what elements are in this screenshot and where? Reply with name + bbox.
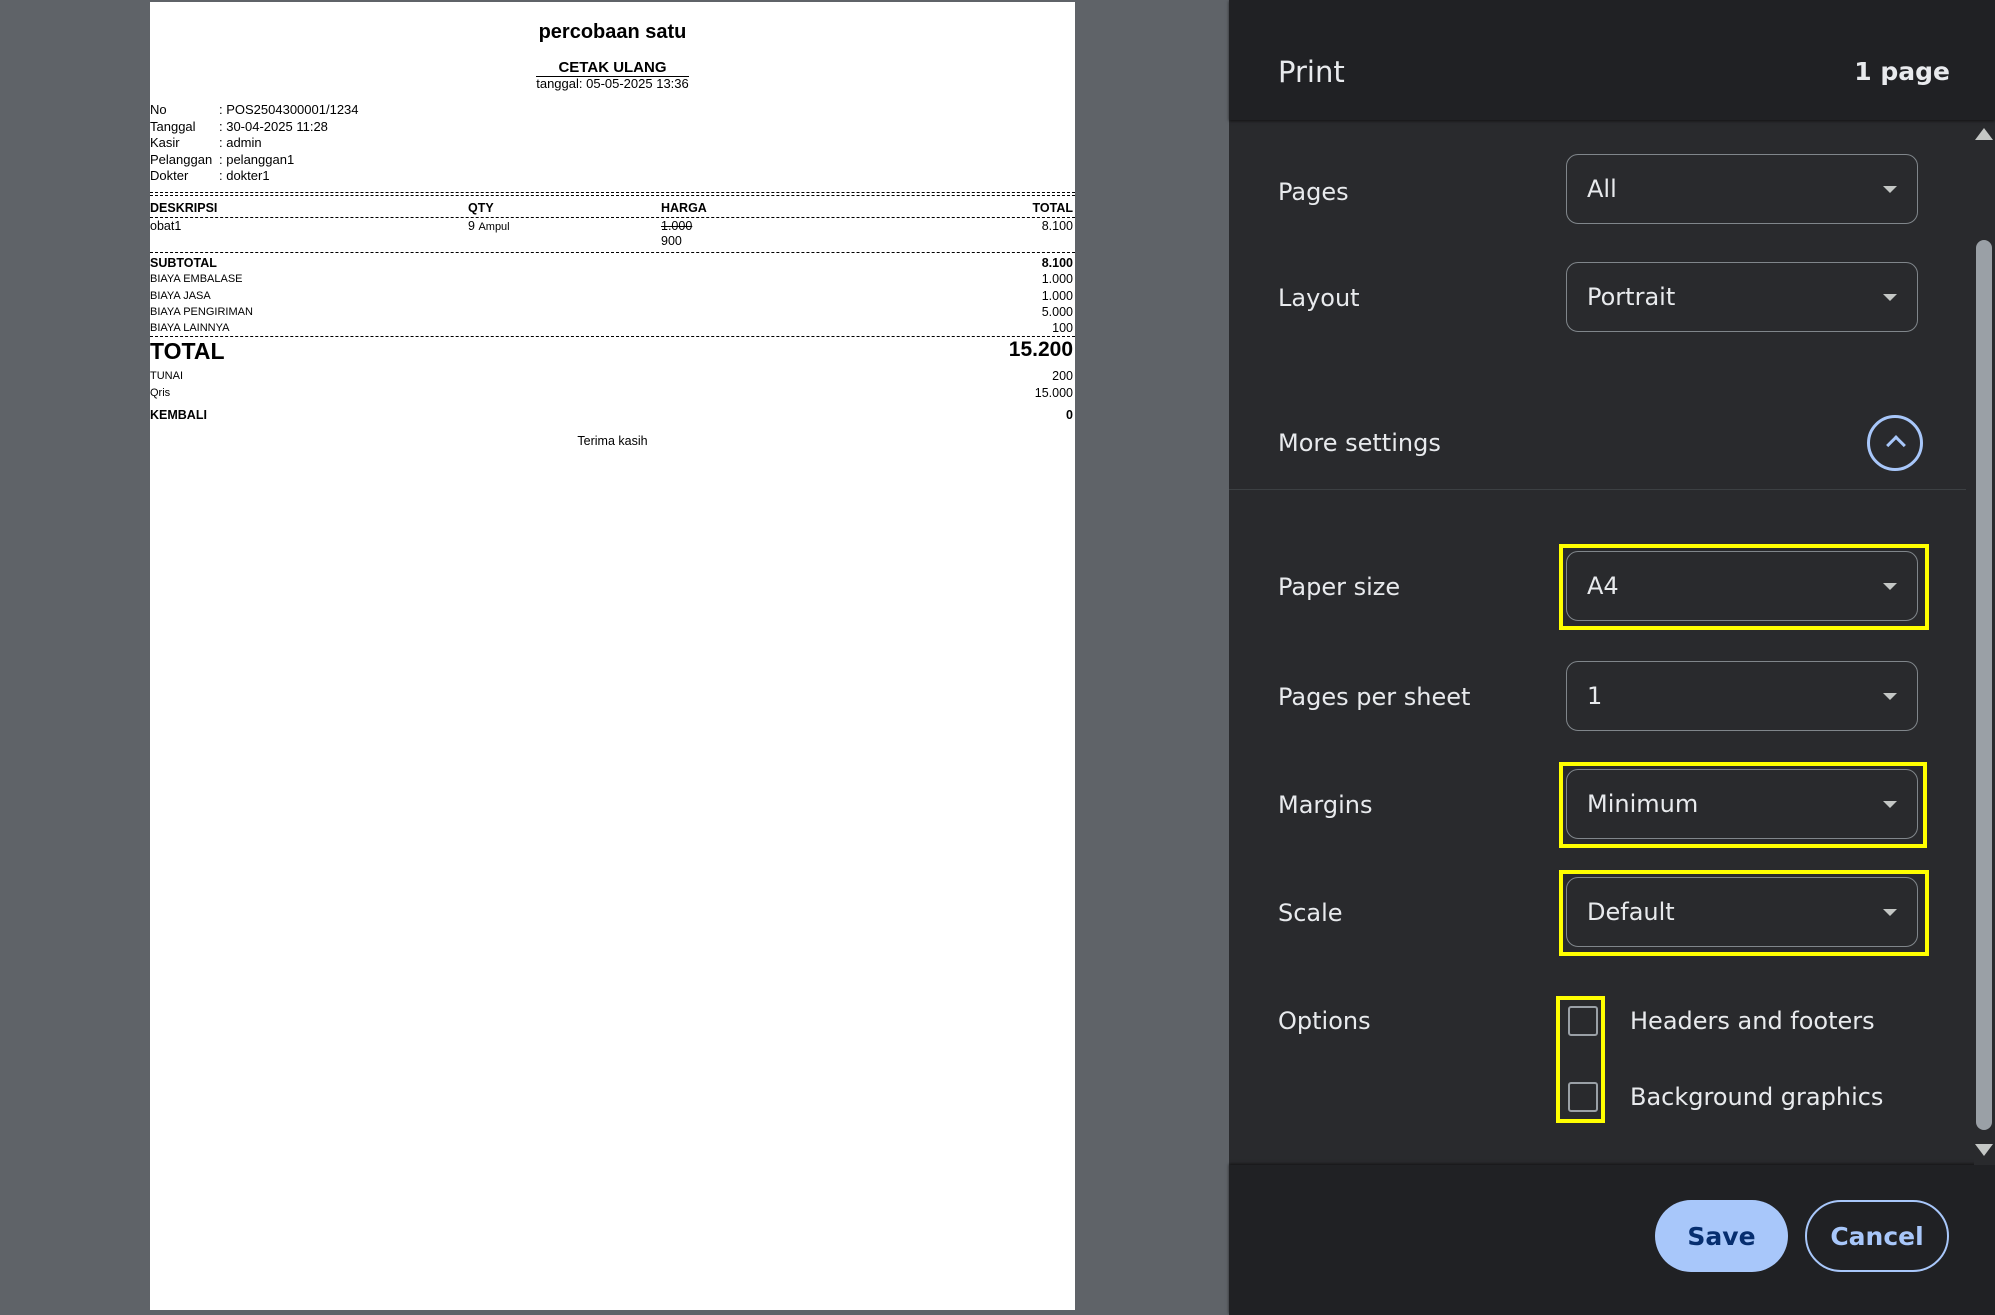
dropdown-arrow-icon (1883, 693, 1897, 700)
info-key: Kasir (150, 135, 180, 150)
info-key: Dokter (150, 168, 189, 183)
dropdown-arrow-icon (1883, 186, 1897, 193)
page-count: 1 page (1854, 57, 1950, 86)
info-value: : 30-04-2025 11:28 (219, 118, 328, 134)
fee-label: BIAYA JASA (150, 290, 211, 302)
payment-value: 15.000 (1034, 386, 1073, 400)
panel-footer: Save Cancel (1229, 1165, 1995, 1315)
divider (150, 252, 1075, 253)
col-total: TOTAL (1032, 201, 1073, 215)
scale-select[interactable]: Default (1566, 877, 1918, 947)
receipt-page: percobaan satu CETAK ULANG tanggal: 05-0… (150, 2, 1075, 1310)
fee-value: 1.000 (1041, 289, 1073, 303)
receipt-info: No : POS2504300001/1234 Tanggal : 30-04-20… (150, 102, 359, 185)
item-unit: Ampul (478, 221, 510, 233)
fee-value: 100 (1052, 321, 1073, 335)
item-total: 8.100 (1041, 219, 1073, 233)
save-button[interactable]: Save (1655, 1200, 1788, 1272)
col-qty: QTY (468, 201, 494, 215)
fee-label: BIAYA EMBALASE (150, 273, 243, 285)
fee-label: BIAYA LAINNYA (150, 322, 230, 334)
paper-size-value: A4 (1587, 572, 1619, 600)
col-desc: DESKRIPSI (150, 201, 218, 215)
info-key: No (150, 102, 167, 117)
info-value: : pelanggan1 (219, 151, 295, 167)
divider (150, 192, 1075, 193)
options-label: Options (1278, 1007, 1371, 1035)
pages-per-sheet-label: Pages per sheet (1278, 683, 1471, 711)
total-value: 15.200 (1008, 338, 1073, 361)
pages-per-sheet-value: 1 (1587, 682, 1603, 710)
fee-value: 1.000 (1041, 272, 1073, 286)
paper-size-label: Paper size (1278, 573, 1401, 601)
change-label: KEMBALI (150, 408, 207, 422)
headers-footers-label[interactable]: Headers and footers (1630, 1007, 1875, 1035)
scale-label: Scale (1278, 899, 1343, 927)
pages-per-sheet-select[interactable]: 1 (1566, 661, 1918, 731)
receipt-reprint-label: CETAK ULANG (536, 60, 689, 77)
scroll-down-arrow-icon[interactable] (1975, 1144, 1993, 1156)
info-value: : dokter1 (219, 168, 270, 183)
scale-value: Default (1587, 898, 1675, 926)
change-value: 0 (1066, 408, 1073, 422)
dropdown-arrow-icon (1883, 801, 1897, 808)
item-price-new: 900 (661, 234, 682, 248)
item-qty-value: 9 (468, 219, 475, 233)
margins-label: Margins (1278, 791, 1373, 819)
chevron-up-icon (1886, 435, 1906, 455)
col-price: HARGA (661, 201, 707, 215)
headers-footers-checkbox[interactable] (1568, 1006, 1598, 1036)
margins-select[interactable]: Minimum (1566, 769, 1918, 839)
collapse-more-settings-button[interactable] (1867, 415, 1923, 471)
info-value: : admin (219, 135, 262, 150)
settings-body: Pages All Layout Portrait More settings … (1229, 120, 1995, 1165)
info-value: : POS2504300001/1234 (219, 102, 359, 117)
background-graphics-checkbox[interactable] (1568, 1082, 1598, 1112)
scrollbar-thumb[interactable] (1976, 240, 1992, 1130)
pages-select[interactable]: All (1566, 154, 1918, 224)
payment-value: 200 (1052, 369, 1073, 383)
layout-select[interactable]: Portrait (1566, 262, 1918, 332)
dropdown-arrow-icon (1883, 583, 1897, 590)
dropdown-arrow-icon (1883, 294, 1897, 301)
total-label: TOTAL (150, 338, 225, 364)
subtotal-label: SUBTOTAL (150, 256, 217, 270)
pages-label: Pages (1278, 178, 1349, 206)
margins-value: Minimum (1587, 790, 1699, 818)
payment-label: TUNAI (150, 370, 183, 382)
info-key: Pelanggan (150, 151, 213, 167)
payment-label: Qris (150, 387, 171, 399)
divider (150, 195, 1075, 196)
subtotal-value: 8.100 (1041, 256, 1073, 270)
layout-label: Layout (1278, 284, 1360, 312)
item-qty: 9 Ampul (468, 219, 510, 233)
info-key: Tanggal (150, 118, 196, 134)
item-name: obat1 (150, 219, 182, 233)
divider (150, 217, 1075, 218)
cancel-button[interactable]: Cancel (1805, 1200, 1949, 1272)
more-settings-label[interactable]: More settings (1278, 429, 1441, 457)
layout-value: Portrait (1587, 283, 1676, 311)
thanks-text: Terima kasih (577, 434, 648, 448)
scroll-up-arrow-icon[interactable] (1975, 128, 1993, 140)
item-price-old: 1.000 (661, 219, 693, 233)
pages-value: All (1587, 175, 1617, 203)
background-graphics-label[interactable]: Background graphics (1630, 1083, 1883, 1111)
fee-value: 5.000 (1041, 305, 1073, 319)
divider (150, 336, 1075, 337)
panel-header: Print 1 page (1229, 0, 1995, 120)
print-preview-area: percobaan satu CETAK ULANG tanggal: 05-0… (0, 0, 1229, 1315)
dropdown-arrow-icon (1883, 909, 1897, 916)
fee-label: BIAYA PENGIRIMAN (150, 306, 253, 318)
receipt-date: tanggal: 05-05-2025 13:36 (536, 76, 689, 91)
print-settings-panel: Print 1 page Pages All Layout Portrait M… (1229, 0, 1995, 1315)
section-divider (1229, 489, 1966, 490)
receipt-title: percobaan satu (538, 21, 687, 43)
print-title: Print (1278, 55, 1345, 89)
paper-size-select[interactable]: A4 (1566, 551, 1918, 621)
